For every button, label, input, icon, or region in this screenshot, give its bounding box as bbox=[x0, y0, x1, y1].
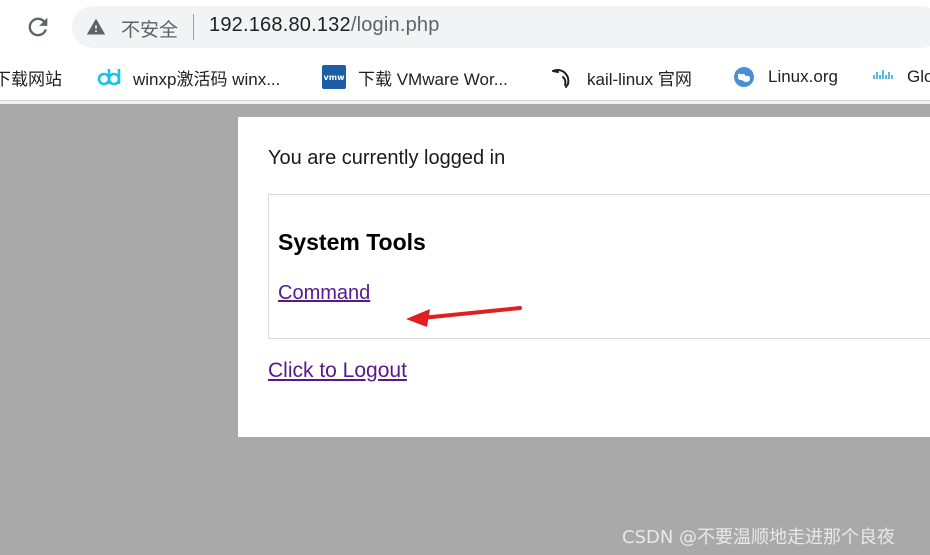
cisco-logo-icon bbox=[873, 70, 893, 79]
address-divider bbox=[193, 14, 194, 40]
command-link[interactable]: Command bbox=[278, 282, 370, 305]
bookmark-cisco[interactable]: Glo bbox=[871, 54, 930, 100]
bookmark-kali[interactable]: kail-linux 官网 bbox=[551, 54, 692, 100]
bookmark-vmware[interactable]: vmw 下载 VMware Wor... bbox=[322, 54, 508, 100]
security-label[interactable]: 不安全 bbox=[121, 15, 178, 42]
bookmark-winxp[interactable]: winxp激活码 winx... bbox=[97, 54, 280, 100]
url-path: /login.php bbox=[350, 14, 440, 36]
bookmark-label: winxp激活码 winx... bbox=[133, 69, 281, 89]
annotation-arrow bbox=[406, 306, 522, 327]
bookmark-label: Linux.org bbox=[768, 67, 838, 86]
reload-icon[interactable] bbox=[24, 13, 52, 41]
login-status-text: You are currently logged in bbox=[268, 147, 506, 169]
system-tools-heading: System Tools bbox=[278, 229, 426, 255]
kali-dragon-icon bbox=[552, 68, 570, 88]
bookmark-label: 下载网站 bbox=[0, 69, 62, 89]
browser-toolbar: 不安全 192.168.80.132/login.php bbox=[0, 0, 930, 54]
url-text[interactable]: 192.168.80.132/login.php bbox=[209, 14, 440, 37]
globe-icon bbox=[734, 67, 754, 87]
chrome-divider bbox=[0, 101, 930, 104]
bookmarks-bar: 下载网站 winxp激活码 winx... vmw 下载 VMware Wor.… bbox=[0, 54, 930, 101]
warning-icon[interactable] bbox=[86, 17, 106, 37]
system-tools-box: System Tools Command bbox=[268, 194, 930, 339]
logout-link[interactable]: Click to Logout bbox=[268, 359, 407, 383]
csdn-watermark: CSDN @不要温顺地走进那个良夜 bbox=[622, 527, 896, 548]
bookmark-linux-org[interactable]: Linux.org bbox=[732, 54, 838, 100]
bookmark-label: kail-linux 官网 bbox=[587, 69, 692, 89]
address-bar[interactable]: 不安全 192.168.80.132/login.php bbox=[72, 6, 930, 48]
dd-logo-icon bbox=[97, 69, 121, 86]
bookmark-label: 下载 VMware Wor... bbox=[358, 69, 508, 89]
vmw-logo-icon: vmw bbox=[322, 65, 346, 89]
bookmark-label: Glo bbox=[907, 67, 930, 86]
svg-text:vmw: vmw bbox=[324, 73, 346, 82]
bookmark-downloads[interactable]: 下载网站 bbox=[0, 54, 62, 100]
url-host: 192.168.80.132 bbox=[209, 14, 351, 36]
content-panel: You are currently logged in System Tools… bbox=[238, 117, 930, 437]
